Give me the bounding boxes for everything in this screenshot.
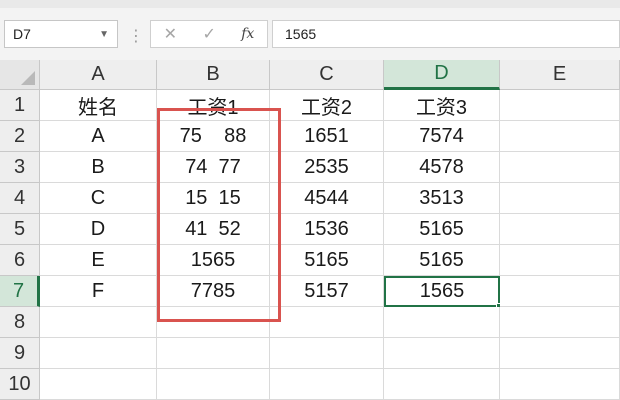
row-header-5[interactable]: 5	[0, 214, 40, 245]
cell-e9[interactable]	[500, 338, 620, 369]
formula-input[interactable]: 1565	[272, 20, 620, 48]
cell-c1[interactable]: 工资2	[270, 90, 384, 121]
cell-b3[interactable]: 74 77	[157, 152, 270, 183]
select-all-corner[interactable]	[0, 60, 40, 90]
cell-e10[interactable]	[500, 369, 620, 400]
row-header-3[interactable]: 3	[0, 152, 40, 183]
cell-d2[interactable]: 7574	[384, 121, 500, 152]
cell-b1[interactable]: 工资1	[157, 90, 270, 121]
enter-check-icon[interactable]: ✓	[202, 24, 215, 44]
cell-c5[interactable]: 1536	[270, 214, 384, 245]
formula-buttons: ✕ ✓ fx	[150, 20, 268, 48]
formula-bar: D7 ▼ ⋮ ✕ ✓ fx 1565	[0, 8, 620, 61]
column-header-c[interactable]: C	[270, 60, 384, 90]
insert-function-icon[interactable]: fx	[241, 26, 254, 42]
cell-e3[interactable]	[500, 152, 620, 183]
cell-b4[interactable]: 15 15	[157, 183, 270, 214]
cell-a6[interactable]: E	[40, 245, 157, 276]
cell-e1[interactable]	[500, 90, 620, 121]
cell-a7[interactable]: F	[40, 276, 157, 307]
cell-c2[interactable]: 1651	[270, 121, 384, 152]
cell-b10[interactable]	[157, 369, 270, 400]
row-header-9[interactable]: 9	[0, 338, 40, 369]
cell-c10[interactable]	[270, 369, 384, 400]
cell-b6[interactable]: 1565	[157, 245, 270, 276]
cancel-icon[interactable]: ✕	[164, 24, 177, 44]
cell-a10[interactable]	[40, 369, 157, 400]
cell-b5[interactable]: 41 52	[157, 214, 270, 245]
row-header-2[interactable]: 2	[0, 121, 40, 152]
row-header-7[interactable]: 7	[0, 276, 40, 307]
cell-a5[interactable]: D	[40, 214, 157, 245]
name-box-value: D7	[13, 26, 31, 42]
name-box[interactable]: D7 ▼	[4, 20, 118, 48]
cell-c7[interactable]: 5157	[270, 276, 384, 307]
cell-d3[interactable]: 4578	[384, 152, 500, 183]
cell-e2[interactable]	[500, 121, 620, 152]
cell-c8[interactable]	[270, 307, 384, 338]
chevron-down-icon[interactable]: ▼	[99, 29, 109, 40]
row-header-4[interactable]: 4	[0, 183, 40, 214]
cell-b8[interactable]	[157, 307, 270, 338]
cell-d9[interactable]	[384, 338, 500, 369]
cell-e6[interactable]	[500, 245, 620, 276]
column-header-b[interactable]: B	[157, 60, 270, 90]
row-header-8[interactable]: 8	[0, 307, 40, 338]
cell-a4[interactable]: C	[40, 183, 157, 214]
column-header-d[interactable]: D	[384, 60, 500, 90]
cell-b2[interactable]: 75 88	[157, 121, 270, 152]
more-options-icon: ⋮	[128, 28, 144, 45]
cell-d10[interactable]	[384, 369, 500, 400]
cell-a2[interactable]: A	[40, 121, 157, 152]
row-header-1[interactable]: 1	[0, 90, 40, 121]
cell-a8[interactable]	[40, 307, 157, 338]
cell-e5[interactable]	[500, 214, 620, 245]
cell-c9[interactable]	[270, 338, 384, 369]
column-header-a[interactable]: A	[40, 60, 157, 90]
cell-e7[interactable]	[500, 276, 620, 307]
cell-d4[interactable]: 3513	[384, 183, 500, 214]
column-header-e[interactable]: E	[500, 60, 620, 90]
cell-c3[interactable]: 2535	[270, 152, 384, 183]
cell-d6[interactable]: 5165	[384, 245, 500, 276]
row-header-10[interactable]: 10	[0, 369, 40, 400]
cell-c4[interactable]: 4544	[270, 183, 384, 214]
row-header-6[interactable]: 6	[0, 245, 40, 276]
cell-b7[interactable]: 7785	[157, 276, 270, 307]
cell-e8[interactable]	[500, 307, 620, 338]
cell-d8[interactable]	[384, 307, 500, 338]
cell-d1[interactable]: 工资3	[384, 90, 500, 121]
cell-a9[interactable]	[40, 338, 157, 369]
formula-value: 1565	[285, 26, 317, 42]
cell-a1[interactable]: 姓名	[40, 90, 157, 121]
cell-d7[interactable]: 1565	[384, 276, 500, 307]
cell-d5[interactable]: 5165	[384, 214, 500, 245]
cell-a3[interactable]: B	[40, 152, 157, 183]
cell-b9[interactable]	[157, 338, 270, 369]
cell-c6[interactable]: 5165	[270, 245, 384, 276]
cell-e4[interactable]	[500, 183, 620, 214]
